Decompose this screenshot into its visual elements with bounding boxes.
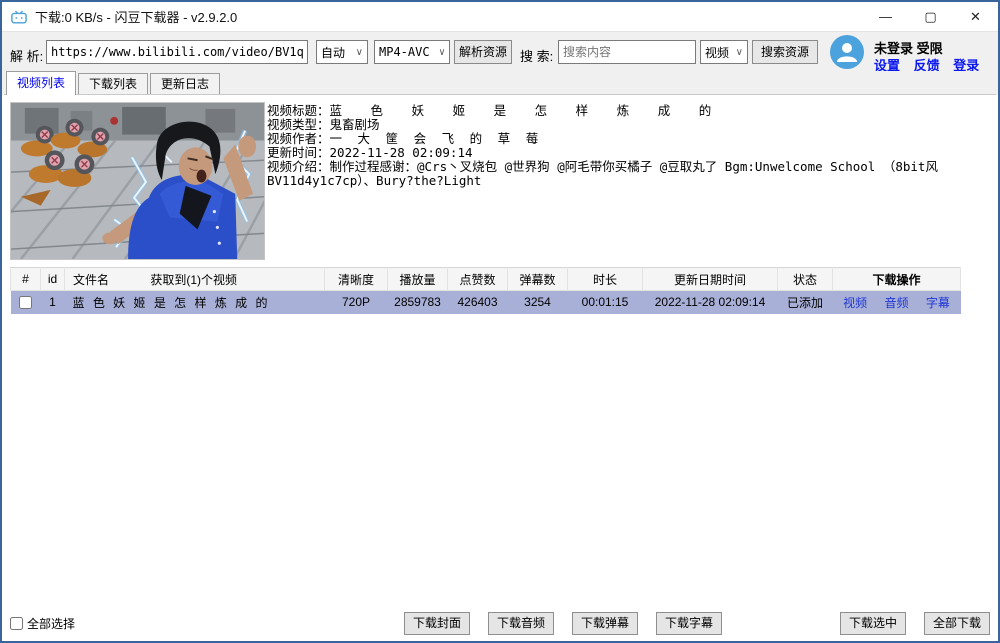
tab-strip: 视频列表 下载列表 更新日志 — [2, 71, 998, 95]
toolbar: 解 析: 自动 ∨ MP4-AVC ∨ 解析资源 搜 索: 视频 ∨ 搜索资源 … — [2, 31, 998, 73]
col-actions: 下载操作 — [832, 267, 961, 291]
parse-label: 解 析: — [10, 49, 44, 64]
maximize-button[interactable]: ▢ — [908, 2, 953, 31]
col-quality: 清晰度 — [324, 267, 388, 291]
video-desc-line2: BV11d4y1c7cp）、Bury?the?Light — [267, 173, 482, 188]
col-filename: 文件名 获取到(1)个视频 — [64, 267, 325, 291]
chevron-down-icon: ∨ — [735, 46, 743, 58]
app-icon — [11, 10, 27, 23]
parse-resource-button[interactable]: 解析资源 — [454, 40, 512, 64]
row-quality: 720P — [324, 290, 388, 314]
col-id: id — [40, 267, 65, 291]
table-header-row: # id 文件名 获取到(1)个视频 清晰度 播放量 点赞数 弹幕数 时长 更新… — [10, 267, 961, 291]
row-updated: 2022-11-28 02:09:14 — [642, 290, 778, 314]
person-icon — [837, 43, 857, 62]
title-bar: 下载:0 KB/s - 闪豆下载器 - v2.9.2.0 — ▢ ✕ — [2, 2, 998, 31]
chevron-down-icon: ∨ — [438, 46, 445, 58]
url-input[interactable] — [46, 40, 308, 64]
row-duration: 00:01:15 — [567, 290, 643, 314]
row-id: 1 — [40, 290, 65, 314]
chevron-down-icon: ∨ — [355, 46, 363, 58]
select-all-label: 全部选择 — [27, 617, 76, 631]
col-updated: 更新日期时间 — [642, 267, 778, 291]
col-duration: 时长 — [567, 267, 643, 291]
download-subtitle-button[interactable]: 下载字幕 — [656, 612, 722, 635]
minimize-button[interactable]: — — [863, 2, 908, 31]
download-selected-button[interactable]: 下载选中 — [840, 612, 906, 635]
col-plays: 播放量 — [387, 267, 448, 291]
tab-video-list[interactable]: 视频列表 — [6, 71, 77, 95]
video-title-label: 视频标题： — [267, 103, 330, 118]
mode-select[interactable]: 自动 ∨ — [316, 40, 368, 64]
search-resource-button[interactable]: 搜索资源 — [752, 40, 818, 64]
close-button[interactable]: ✕ — [953, 2, 998, 31]
video-thumbnail — [10, 102, 265, 260]
video-updated-label: 更新时间： — [267, 145, 330, 160]
video-desc-label: 视频介绍： — [267, 159, 330, 174]
select-all[interactable]: 全部选择 — [10, 615, 75, 632]
row-danmaku: 3254 — [507, 290, 568, 314]
row-status: 已添加 — [777, 290, 833, 314]
col-danmaku: 弹幕数 — [507, 267, 568, 291]
select-all-checkbox[interactable] — [10, 617, 23, 630]
video-author-label: 视频作者： — [267, 131, 330, 146]
download-audio-button[interactable]: 下载音频 — [488, 612, 554, 635]
video-title: 蓝 色 妖 姬 是 怎 样 炼 成 的 — [329, 103, 712, 118]
video-table: # id 文件名 获取到(1)个视频 清晰度 播放量 点赞数 弹幕数 时长 更新… — [10, 267, 961, 314]
col-likes: 点赞数 — [447, 267, 508, 291]
download-subtitle-link[interactable]: 字幕 — [926, 296, 950, 310]
download-video-link[interactable]: 视频 — [843, 296, 867, 310]
row-filename: 蓝 色 妖 姬 是 怎 样 炼 成 的 — [64, 290, 325, 314]
col-status: 状态 — [777, 267, 833, 291]
tab-download-list[interactable]: 下载列表 — [78, 73, 149, 95]
fetched-count: 获取到(1)个视频 — [150, 272, 238, 287]
download-danmaku-button[interactable]: 下载弹幕 — [572, 612, 638, 635]
download-cover-button[interactable]: 下载封面 — [404, 612, 470, 635]
row-plays: 2859783 — [387, 290, 448, 314]
app-window: 下载:0 KB/s - 闪豆下载器 - v2.9.2.0 — ▢ ✕ 解 析: … — [0, 0, 1000, 643]
video-type-label: 视频类型： — [267, 117, 330, 132]
search-label: 搜 索: — [520, 49, 554, 64]
window-title: 下载:0 KB/s - 闪豆下载器 - v2.9.2.0 — [35, 10, 238, 25]
tab-update-log[interactable]: 更新日志 — [150, 73, 221, 95]
video-type: 鬼畜剧场 — [329, 117, 380, 132]
user-avatar[interactable] — [830, 35, 864, 69]
search-input[interactable] — [558, 40, 696, 64]
download-all-button[interactable]: 全部下载 — [924, 612, 990, 635]
row-likes: 426403 — [447, 290, 508, 314]
download-audio-link[interactable]: 音频 — [884, 296, 908, 310]
video-list-page: 视频标题：蓝 色 妖 姬 是 怎 样 炼 成 的 视频类型：鬼畜剧场 视频作者：… — [4, 94, 996, 641]
search-type-select[interactable]: 视频 ∨ — [700, 40, 748, 64]
video-author: 一 大 筐 会 飞 的 草 莓 — [329, 131, 539, 146]
video-desc-line1: 制作过程感谢：@Crs丶叉烧包 @世界狗 @阿毛带你买橘子 @豆取丸了 Bgm:… — [329, 159, 938, 174]
col-num: # — [10, 267, 41, 291]
format-select[interactable]: MP4-AVC ∨ — [374, 40, 450, 64]
row-checkbox[interactable] — [19, 296, 32, 310]
table-row[interactable]: 1 蓝 色 妖 姬 是 怎 样 炼 成 的 720P 2859783 42640… — [10, 290, 961, 314]
video-info: 视频标题：蓝 色 妖 姬 是 怎 样 炼 成 的 视频类型：鬼畜剧场 视频作者：… — [267, 104, 938, 188]
video-updated: 2022-11-28 02:09:14 — [329, 145, 473, 160]
